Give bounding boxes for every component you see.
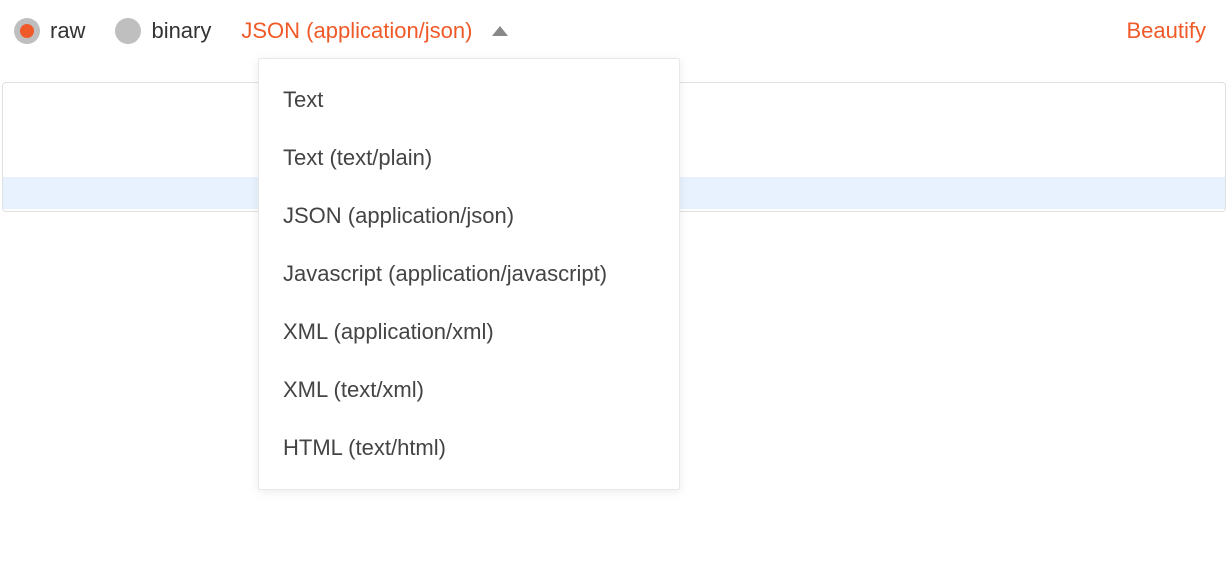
option-javascript[interactable]: Javascript (application/javascript) <box>259 245 679 303</box>
radio-binary[interactable]: binary <box>115 18 211 44</box>
content-type-selected-label: JSON (application/json) <box>241 18 472 44</box>
radio-raw[interactable]: raw <box>14 18 85 44</box>
radio-binary-label: binary <box>151 18 211 44</box>
radio-inner-dot <box>20 24 34 38</box>
option-text[interactable]: Text <box>259 71 679 129</box>
option-text-plain[interactable]: Text (text/plain) <box>259 129 679 187</box>
beautify-button[interactable]: Beautify <box>1127 18 1207 44</box>
option-xml-text[interactable]: XML (text/xml) <box>259 361 679 419</box>
content-type-menu: Text Text (text/plain) JSON (application… <box>258 58 680 490</box>
chevron-up-icon <box>492 26 508 36</box>
radio-unchecked-icon <box>115 18 141 44</box>
option-xml-app[interactable]: XML (application/xml) <box>259 303 679 361</box>
body-type-toolbar: raw binary JSON (application/json) Beaut… <box>0 0 1228 62</box>
content-type-dropdown[interactable]: JSON (application/json) <box>241 18 508 44</box>
radio-raw-label: raw <box>50 18 85 44</box>
option-json[interactable]: JSON (application/json) <box>259 187 679 245</box>
radio-checked-icon <box>14 18 40 44</box>
option-html[interactable]: HTML (text/html) <box>259 419 679 477</box>
